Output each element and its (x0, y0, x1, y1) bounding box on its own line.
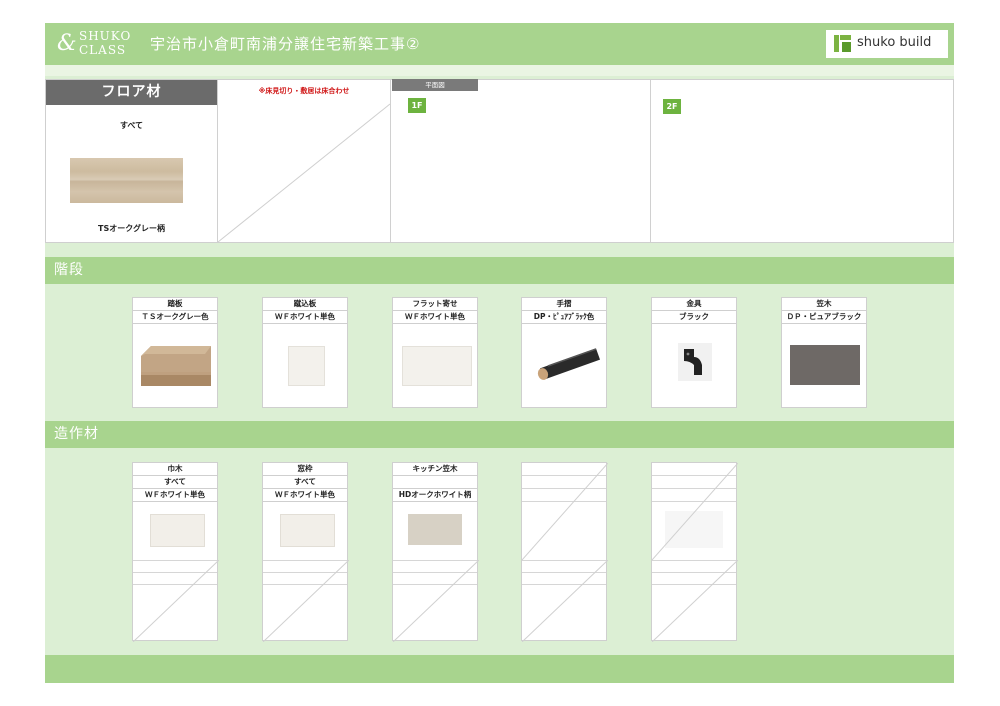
divider (650, 80, 651, 242)
brand-logo: & SHUKO CLASS (57, 27, 137, 61)
millwork-card-kitchen-cap: キッチン笠木 HDオークホワイト柄 (392, 462, 479, 642)
stairs-section-title: 階段 (45, 257, 954, 284)
stairs-card-handrail: 手摺 DP・ﾋﾟｭｱﾌﾞﾗｯｸ色 (521, 297, 607, 408)
cap-swatch (790, 345, 860, 385)
floor-2f-badge: 2F (663, 99, 681, 114)
stairs-card-flat-trim: フラット寄せ ＷＦホワイト単色 (392, 297, 478, 408)
divider (390, 80, 391, 242)
material-label: DP・ﾋﾟｭｱﾌﾞﾗｯｸ色 (522, 311, 606, 324)
part-label: 巾木 (133, 463, 217, 476)
part-label: キッチン笠木 (393, 463, 477, 476)
footer-bar (45, 655, 954, 683)
logo-text: shuko build (857, 35, 932, 50)
millwork-card-baseboard: 巾木 すべて ＷＦホワイト単色 (132, 462, 219, 642)
company-logo: shuko build (826, 30, 948, 58)
brand-line1: SHUKO (79, 29, 132, 43)
handrail-swatch (537, 348, 601, 380)
material-label: ＤＰ・ピュアブラック (782, 311, 866, 324)
stairs-card-tread: 踏板 ＴＳオークグレー色 (132, 297, 218, 408)
material-label: ＷＦホワイト単色 (133, 489, 217, 502)
blank-slash (652, 463, 738, 560)
blank-slash (393, 560, 479, 642)
floor-1f-badge: 1F (408, 98, 426, 113)
blank-slash (133, 560, 219, 642)
part-label: 窓枠 (263, 463, 347, 476)
material-label: ブラック (652, 311, 736, 324)
part-label: 笠木 (782, 298, 866, 311)
part-label: 蹴込板 (263, 298, 347, 311)
header-stripe (45, 65, 954, 76)
floor-scope: すべて (119, 121, 144, 130)
scope-label: すべて (263, 476, 347, 489)
floor-heading: フロア材 (46, 80, 217, 105)
baseboard-swatch (150, 514, 205, 547)
floor-material: TSオークグレー柄 (98, 224, 165, 233)
floor-swatch (70, 158, 183, 203)
material-label: ＷＦホワイト単色 (393, 311, 477, 324)
millwork-card-window-frame: 窓枠 すべて ＷＦホワイト単色 (262, 462, 349, 642)
stairs-card-bracket: 金具 ブラック (651, 297, 737, 408)
floor-note: ※床見切り・敷居は床合わせ (258, 87, 350, 95)
part-label: 踏板 (133, 298, 217, 311)
brand-line2: CLASS (79, 43, 127, 57)
brand-monogram-icon: & (57, 31, 77, 56)
millwork-card-blank (521, 462, 608, 642)
material-label: ＴＳオークグレー色 (133, 311, 217, 324)
part-label: 手摺 (522, 298, 606, 311)
scope-label: すべて (133, 476, 217, 489)
millwork-card-blank (651, 462, 738, 642)
riser-swatch (288, 346, 325, 386)
blank-slash (652, 560, 738, 642)
blank-slash (522, 463, 608, 560)
stairs-card-riser: 蹴込板 ＷＦホワイト単色 (262, 297, 348, 408)
material-label: HDオークホワイト柄 (393, 489, 477, 502)
flat-trim-swatch (402, 346, 472, 386)
blank-slash (522, 560, 608, 642)
part-label: フラット寄せ (393, 298, 477, 311)
floor-plan-tab: 平面図 (392, 79, 478, 91)
bracket-swatch (684, 349, 702, 375)
stairs-card-cap: 笠木 ＤＰ・ピュアブラック (781, 297, 867, 408)
tread-swatch (141, 346, 211, 386)
material-label: ＷＦホワイト単色 (263, 489, 347, 502)
page-title: 宇治市小倉町南浦分譲住宅新築工事② (150, 35, 421, 53)
kitchen-cap-swatch (408, 514, 462, 545)
scope-label (393, 476, 477, 489)
material-label: ＷＦホワイト単色 (263, 311, 347, 324)
shuko-build-mark-icon (834, 35, 851, 52)
part-label: 金具 (652, 298, 736, 311)
window-frame-swatch (280, 514, 335, 547)
millwork-section-title: 造作材 (45, 421, 954, 448)
blank-slash (263, 560, 349, 642)
blank-cell-slash (218, 103, 390, 242)
